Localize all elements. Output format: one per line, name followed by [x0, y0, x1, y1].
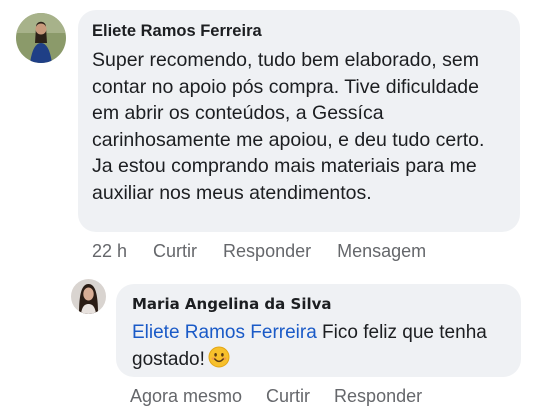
reply-bubble: Maria Angelina da Silva Eliete Ramos Fer…: [116, 284, 521, 377]
avatar[interactable]: [16, 13, 66, 63]
profile-photo-icon: [16, 13, 66, 63]
smiling-face-emoji-icon: [208, 346, 230, 376]
reply-author[interactable]: Maria Angelina da Silva: [132, 293, 507, 315]
message-button[interactable]: Mensagem: [337, 241, 426, 262]
reply-text-block: Eliete Ramos Ferreira Fico feliz que ten…: [132, 319, 507, 376]
reply-timestamp[interactable]: Agora mesmo: [130, 386, 242, 407]
reply-button[interactable]: Responder: [223, 241, 311, 262]
comment-bubble: Eliete Ramos Ferreira Super recomendo, t…: [78, 10, 520, 232]
reply-avatar[interactable]: [71, 279, 106, 314]
like-button[interactable]: Curtir: [153, 241, 197, 262]
reply-actions: Agora mesmo Curtir Responder: [130, 383, 446, 409]
comment-timestamp[interactable]: 22 h: [92, 241, 127, 262]
profile-photo-icon: [71, 279, 106, 314]
comment-author[interactable]: Eliete Ramos Ferreira: [92, 20, 506, 42]
comment-actions: 22 h Curtir Responder Mensagem: [92, 238, 452, 264]
comment-text: Super recomendo, tudo bem elaborado, sem…: [92, 49, 485, 204]
like-button[interactable]: Curtir: [266, 386, 310, 407]
mention-link[interactable]: Eliete Ramos Ferreira: [132, 322, 317, 343]
reply-button[interactable]: Responder: [334, 386, 422, 407]
